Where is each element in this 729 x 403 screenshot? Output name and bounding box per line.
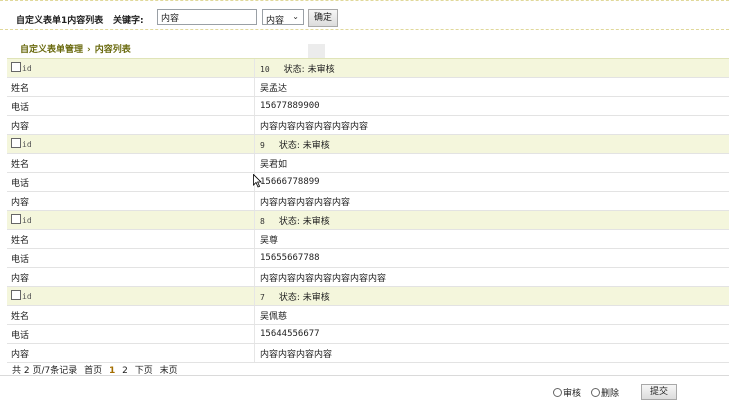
field-select-value: 内容	[266, 16, 285, 26]
status-label: 状态:	[278, 216, 300, 227]
name-label: 姓名	[7, 153, 255, 173]
phone-value: 15677889900	[254, 96, 729, 116]
record-checkbox[interactable]	[11, 138, 21, 148]
name-label: 姓名	[7, 305, 255, 325]
approve-radio-group[interactable]: 审核	[553, 386, 581, 399]
name-value: 吴君如	[254, 153, 729, 173]
record-select-cell: id	[7, 134, 255, 154]
search-bar: 自定义表单1内容列表 关键字: 内容 ⌄ 确定	[0, 0, 729, 30]
status-label: 状态:	[278, 292, 300, 303]
record-header-row: id 7 状态: 未审核	[7, 286, 729, 306]
content-table: id 10 状态: 未审核 姓名 吴孟达 电话 15677889900 内容 内容…	[7, 58, 729, 363]
divider	[0, 375, 729, 376]
phone-value: 15666778899	[254, 172, 729, 192]
approve-label: 审核	[563, 389, 582, 399]
record-id-status: 7 状态: 未审核	[254, 286, 729, 306]
table-row: 内容 内容内容内容内容	[7, 343, 729, 363]
delete-label: 删除	[601, 389, 620, 399]
phone-label: 电话	[7, 96, 255, 116]
table-row: 电话 15655667788	[7, 248, 729, 268]
delete-radio-group[interactable]: 删除	[591, 386, 619, 399]
table-row: 内容 内容内容内容内容内容内容内容	[7, 267, 729, 287]
field-select[interactable]: 内容 ⌄	[262, 9, 304, 26]
breadcrumb-root[interactable]: 自定义表单管理	[20, 45, 83, 55]
record-header-row: id 8 状态: 未审核	[7, 210, 729, 230]
id-label: id	[22, 140, 32, 149]
id-label: id	[22, 292, 32, 301]
tab-placeholder	[308, 44, 325, 58]
breadcrumb-current: 内容列表	[94, 45, 131, 55]
record-id: 8	[260, 216, 265, 226]
content-value: 内容内容内容内容	[254, 343, 729, 363]
content-label: 内容	[7, 191, 255, 211]
table-row: 姓名 吴尊	[7, 229, 729, 249]
breadcrumb: 自定义表单管理 › 内容列表	[20, 42, 131, 55]
phone-label: 电话	[7, 172, 255, 192]
name-label: 姓名	[7, 229, 255, 249]
mouse-cursor-icon	[253, 174, 262, 188]
record-checkbox[interactable]	[11, 214, 21, 224]
status-label: 状态:	[283, 64, 305, 75]
record-id: 9	[260, 140, 265, 150]
name-value: 吴佩慈	[254, 305, 729, 325]
phone-value: 15655667788	[254, 248, 729, 268]
confirm-button[interactable]: 确定	[308, 9, 338, 27]
keyword-input[interactable]	[157, 9, 257, 25]
content-value: 内容内容内容内容内容内容内容	[254, 267, 729, 287]
table-row: 内容 内容内容内容内容内容内容	[7, 115, 729, 135]
record-select-cell: id	[7, 210, 255, 230]
phone-label: 电话	[7, 324, 255, 344]
delete-radio[interactable]	[591, 388, 600, 397]
table-row: 姓名 吴君如	[7, 153, 729, 173]
content-label: 内容	[7, 343, 255, 363]
table-row: 电话 15666778899	[7, 172, 729, 192]
record-header-row: id 9 状态: 未审核	[7, 134, 729, 154]
status-value: 未审核	[302, 140, 330, 151]
name-label: 姓名	[7, 77, 255, 97]
name-value: 吴孟达	[254, 77, 729, 97]
table-row: 电话 15677889900	[7, 96, 729, 116]
record-checkbox[interactable]	[11, 290, 21, 300]
breadcrumb-separator: ›	[87, 45, 91, 55]
record-id: 10	[260, 64, 270, 74]
content-label: 内容	[7, 115, 255, 135]
record-id-status: 8 状态: 未审核	[254, 210, 729, 230]
content-value: 内容内容内容内容内容内容	[254, 115, 729, 135]
submit-button[interactable]: 提交	[641, 384, 677, 400]
form-title: 自定义表单1内容列表	[16, 16, 104, 26]
record-select-cell: id	[7, 286, 255, 306]
id-label: id	[22, 216, 32, 225]
table-row: 姓名 吴佩慈	[7, 305, 729, 325]
record-id-status: 10 状态: 未审核	[254, 58, 729, 78]
record-id-status: 9 状态: 未审核	[254, 134, 729, 154]
table-row: 电话 15644556677	[7, 324, 729, 344]
record-header-row: id 10 状态: 未审核	[7, 58, 729, 78]
status-label: 状态:	[278, 140, 300, 151]
table-row: 内容 内容内容内容内容内容	[7, 191, 729, 211]
table-row: 姓名 吴孟达	[7, 77, 729, 97]
approve-radio[interactable]	[553, 388, 562, 397]
phone-value: 15644556677	[254, 324, 729, 344]
content-label: 内容	[7, 267, 255, 287]
phone-label: 电话	[7, 248, 255, 268]
record-checkbox[interactable]	[11, 62, 21, 72]
chevron-down-icon: ⌄	[292, 12, 299, 21]
status-value: 未审核	[302, 216, 330, 227]
status-value: 未审核	[307, 64, 335, 75]
id-label: id	[22, 64, 32, 73]
name-value: 吴尊	[254, 229, 729, 249]
content-value: 内容内容内容内容内容	[254, 191, 729, 211]
record-id: 7	[260, 292, 265, 302]
status-value: 未审核	[302, 292, 330, 303]
record-select-cell: id	[7, 58, 255, 78]
keyword-label: 关键字:	[113, 16, 144, 26]
